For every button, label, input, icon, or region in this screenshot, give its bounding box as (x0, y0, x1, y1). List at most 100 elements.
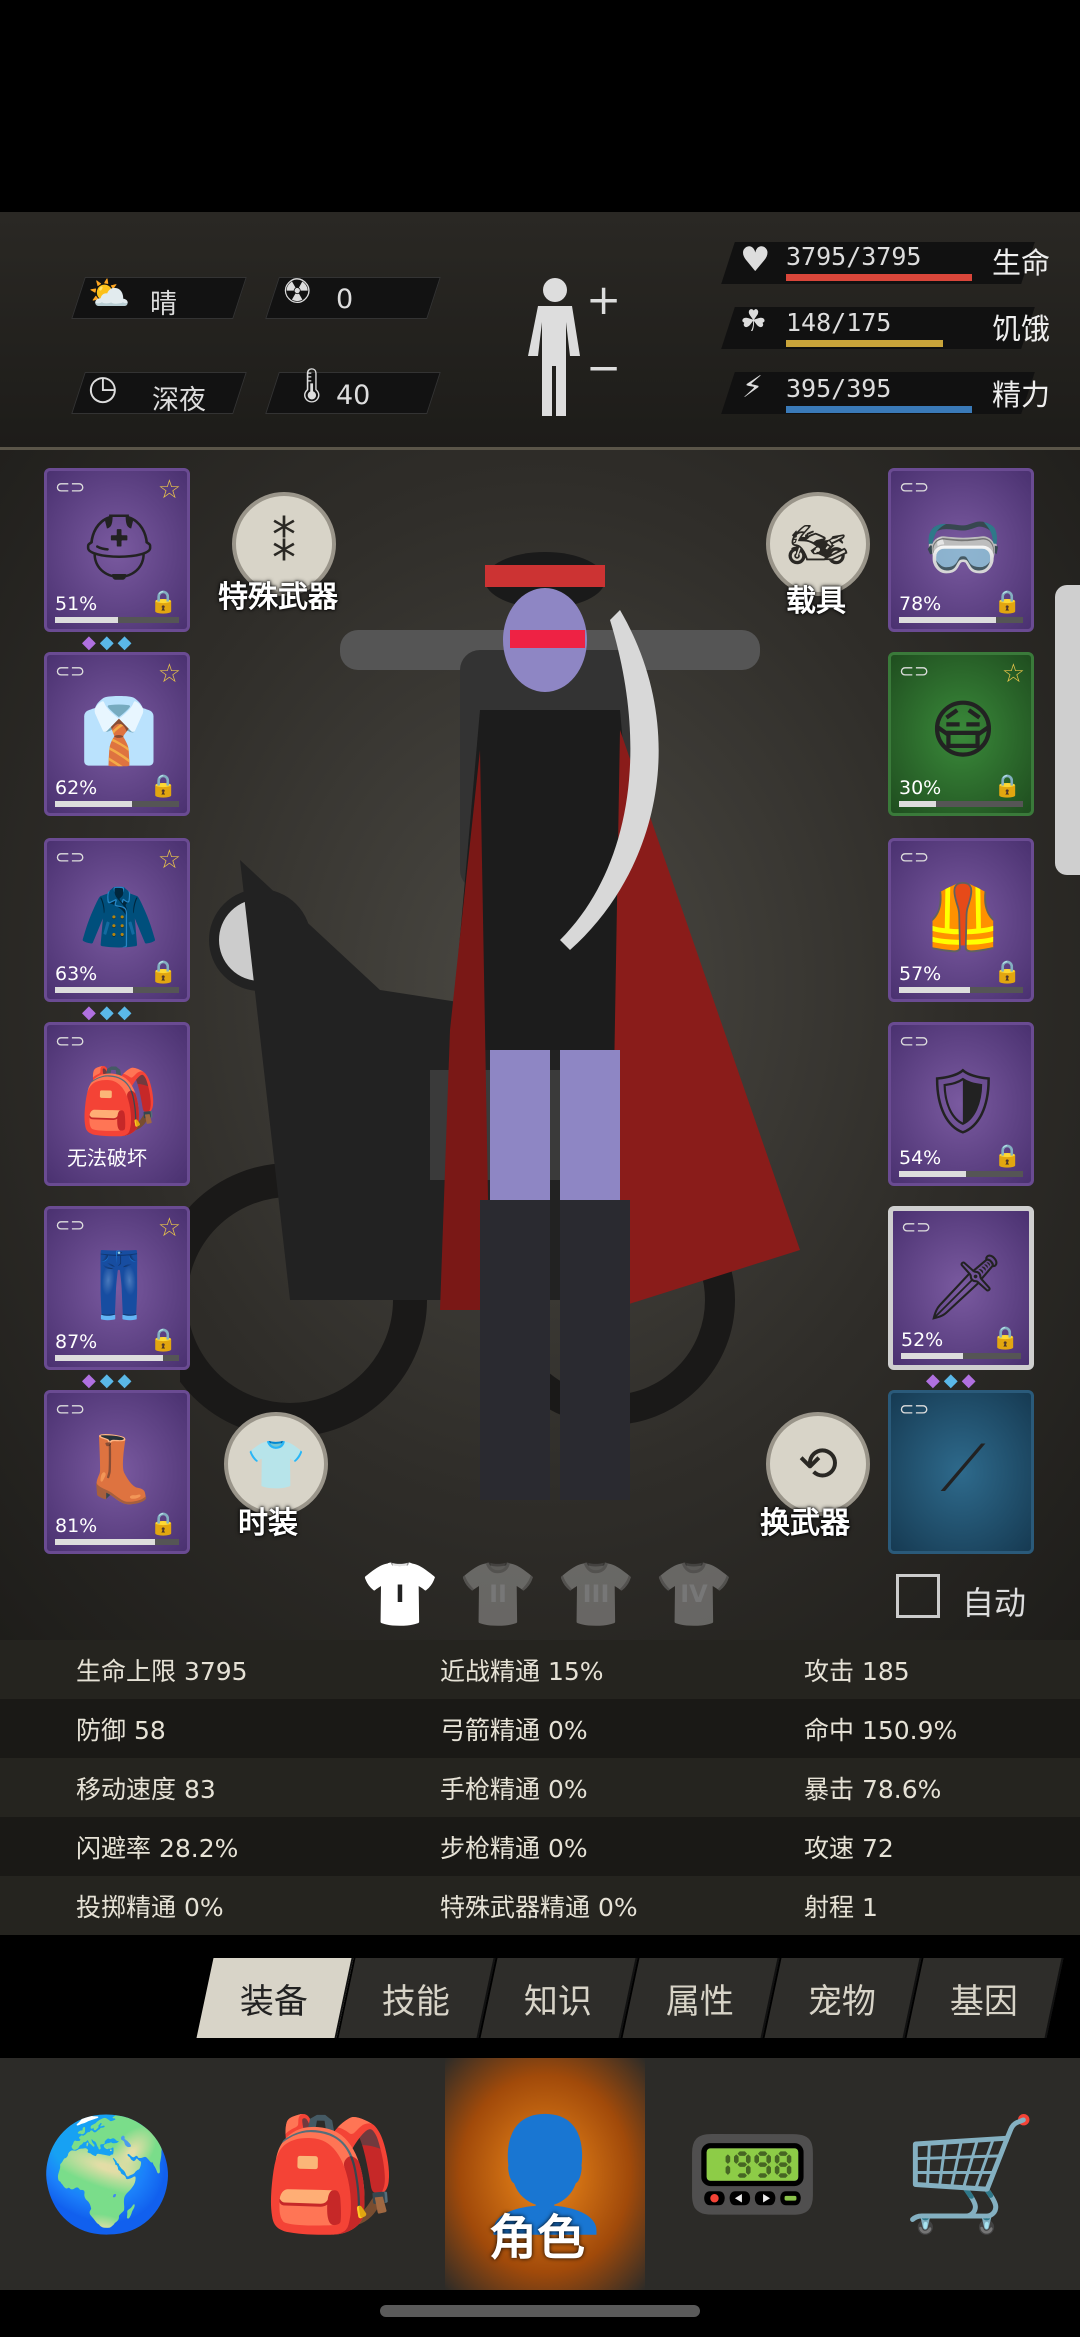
left-equip-slot-6[interactable]: 👢 ⊂⊃ 81% 🔒 (44, 1390, 190, 1554)
lock-icon: 🔒 (149, 774, 177, 799)
swap-arrows-icon: ⟲ (797, 1436, 839, 1492)
energy-label: 精力 (992, 378, 1051, 412)
link-icon: ⊂⊃ (899, 847, 930, 868)
tab-label: 技能 (382, 1981, 450, 2022)
nav-world[interactable]: 🌍 (0, 2058, 215, 2290)
link-icon: ⊂⊃ (55, 847, 86, 868)
spear-icon: ⟋ (940, 1432, 986, 1506)
durability-percent: 57% (899, 963, 942, 985)
outfit-tab-2[interactable]: 👕 II (458, 1556, 538, 1632)
walkie-talkie-icon: 📟 (684, 2109, 821, 2238)
hunger-value: 148/175 (786, 308, 892, 337)
shield-icon: 🛡 (922, 1064, 1004, 1139)
stat-cell: 手枪精通 0% (440, 1775, 588, 1804)
lock-icon: 🔒 (149, 960, 177, 985)
cart-icon: 🛒 (901, 2109, 1039, 2238)
durability-percent: 87% (55, 1331, 98, 1353)
home-indicator[interactable] (380, 2305, 700, 2317)
police-helmet-icon: ⛑ (78, 510, 160, 585)
tab-label: 属性 (666, 1981, 734, 2022)
radiation-icon: ☢ (282, 272, 313, 312)
nav-backpack[interactable]: 🎒 (215, 2058, 445, 2290)
right-equip-slot-6[interactable]: ⟋ ⊂⊃ (888, 1390, 1034, 1554)
gem-sockets: ◆◆◆ (82, 1370, 136, 1391)
right-equip-slot-1[interactable]: 🥽 ⊂⊃ 78% 🔒 (888, 468, 1034, 632)
stat-cell: 攻速 72 (804, 1834, 894, 1863)
left-equip-slot-5[interactable]: 👖 ⊂⊃ 87% 🔒 ☆ (44, 1206, 190, 1370)
tab-6[interactable]: 基因 (906, 1958, 1064, 2038)
status-panel: ⛅ 晴 ☢ 0 ◷ 深夜 🌡 40 + − ♥ 3795/3795 生命 ☘ 1… (0, 212, 1080, 450)
stat-cell: 弓箭精通 0% (440, 1716, 588, 1745)
durability-bar (55, 1539, 179, 1545)
swap-weapon-label[interactable]: 换武器 (760, 1498, 850, 1542)
tab-label: 知识 (524, 1981, 592, 2022)
right-equip-slot-3[interactable]: 🦺 ⊂⊃ 57% 🔒 (888, 838, 1034, 1002)
tab-2[interactable]: 技能 (338, 1958, 496, 2038)
stat-cell: 命中 150.9% (804, 1716, 958, 1745)
left-equip-slot-1[interactable]: ⛑ ⊂⊃ 51% 🔒 ☆ (44, 468, 190, 632)
bottom-nav: 🌍 🎒 👤 角色 📟 🛒 (0, 2058, 1080, 2290)
boots-icon: 👢 (79, 1432, 159, 1507)
tab-4[interactable]: 属性 (622, 1958, 780, 2038)
lock-icon: 🔒 (149, 590, 177, 615)
durability-percent: 78% (899, 593, 942, 615)
left-equip-slot-4[interactable]: 🎒 ⊂⊃ 无法破坏 (44, 1022, 190, 1186)
right-equip-slot-5[interactable]: 🗡 ⊂⊃ 52% 🔒 (888, 1206, 1034, 1370)
outfit-number: II (489, 1580, 507, 1608)
durability-bar (899, 801, 1023, 807)
body-plus-minus-icon[interactable]: + − (520, 272, 630, 422)
lock-icon: 🔒 (993, 774, 1021, 799)
tab-1[interactable]: 装备 (196, 1958, 354, 2038)
lock-icon: 🔒 (991, 1326, 1019, 1351)
outfit-tab-3[interactable]: 👕 III (556, 1556, 636, 1632)
left-equip-slot-2[interactable]: 👔 ⊂⊃ 62% 🔒 ☆ (44, 652, 190, 816)
star-icon: ☆ (1001, 659, 1025, 689)
backpack-icon: 🎒 (261, 2109, 399, 2238)
link-icon: ⊂⊃ (899, 1031, 930, 1052)
stats-row: 投掷精通 0% 特殊武器精通 0% 射程 1 (0, 1876, 1080, 1935)
tab-3[interactable]: 知识 (480, 1958, 638, 2038)
stat-cell: 生命上限 3795 (76, 1657, 248, 1686)
durability-percent: 51% (55, 593, 98, 615)
nav-shop[interactable]: 🛒 (860, 2058, 1080, 2290)
temperature-value: 40 (336, 380, 371, 411)
outfit-tab-4[interactable]: 👕 IV (654, 1556, 734, 1632)
link-icon: ⊂⊃ (899, 477, 930, 498)
life-value: 3795/3795 (786, 242, 922, 271)
durability-percent: 52% (901, 1329, 944, 1351)
star-icon: ☆ (157, 475, 181, 505)
sword-icon: 🗡 (924, 1250, 1006, 1325)
special-weapon-label[interactable]: 特殊武器 (218, 572, 338, 616)
nav-radio[interactable]: 📟 (645, 2058, 860, 2290)
star-icon: ☆ (157, 845, 181, 875)
fashion-label[interactable]: 时装 (238, 1498, 298, 1542)
side-scroll-handle[interactable] (1055, 585, 1080, 875)
vehicle-label[interactable]: 载具 (786, 576, 846, 620)
character-illustration (340, 552, 800, 1500)
globe-icon: 🌍 (39, 2109, 176, 2238)
stat-cell: 投掷精通 0% (76, 1893, 224, 1922)
link-icon: ⊂⊃ (901, 1217, 932, 1238)
indestructible-label: 无法破坏 (67, 1146, 147, 1170)
stat-cell: 射程 1 (804, 1893, 878, 1922)
right-equip-slot-4[interactable]: 🛡 ⊂⊃ 54% 🔒 (888, 1022, 1034, 1186)
nav-character[interactable]: 👤 角色 (445, 2058, 645, 2290)
stat-cell: 特殊武器精通 0% (440, 1893, 638, 1922)
tab-5[interactable]: 宠物 (764, 1958, 922, 2038)
lock-icon: 🔒 (993, 960, 1021, 985)
outfit-tab-1[interactable]: 👕 I (360, 1556, 440, 1632)
auto-label: 自动 (962, 1584, 1027, 1622)
stat-cell: 攻击 185 (804, 1657, 910, 1686)
mask-icon: 😷 (929, 694, 997, 768)
left-equip-slot-3[interactable]: 🧥 ⊂⊃ 63% 🔒 ☆ (44, 838, 190, 1002)
radiation-value: 0 (336, 284, 354, 315)
durability-bar (55, 617, 179, 623)
shirt-icon: 👔 (79, 694, 159, 769)
svg-text:−: − (586, 343, 621, 392)
auto-checkbox[interactable] (896, 1574, 940, 1618)
weather-value: 晴 (150, 289, 177, 320)
durability-bar (55, 1355, 179, 1361)
tab-label: 基因 (950, 1981, 1018, 2022)
right-equip-slot-2[interactable]: 😷 ⊂⊃ 30% 🔒 ☆ (888, 652, 1034, 816)
link-icon: ⊂⊃ (55, 1215, 86, 1236)
